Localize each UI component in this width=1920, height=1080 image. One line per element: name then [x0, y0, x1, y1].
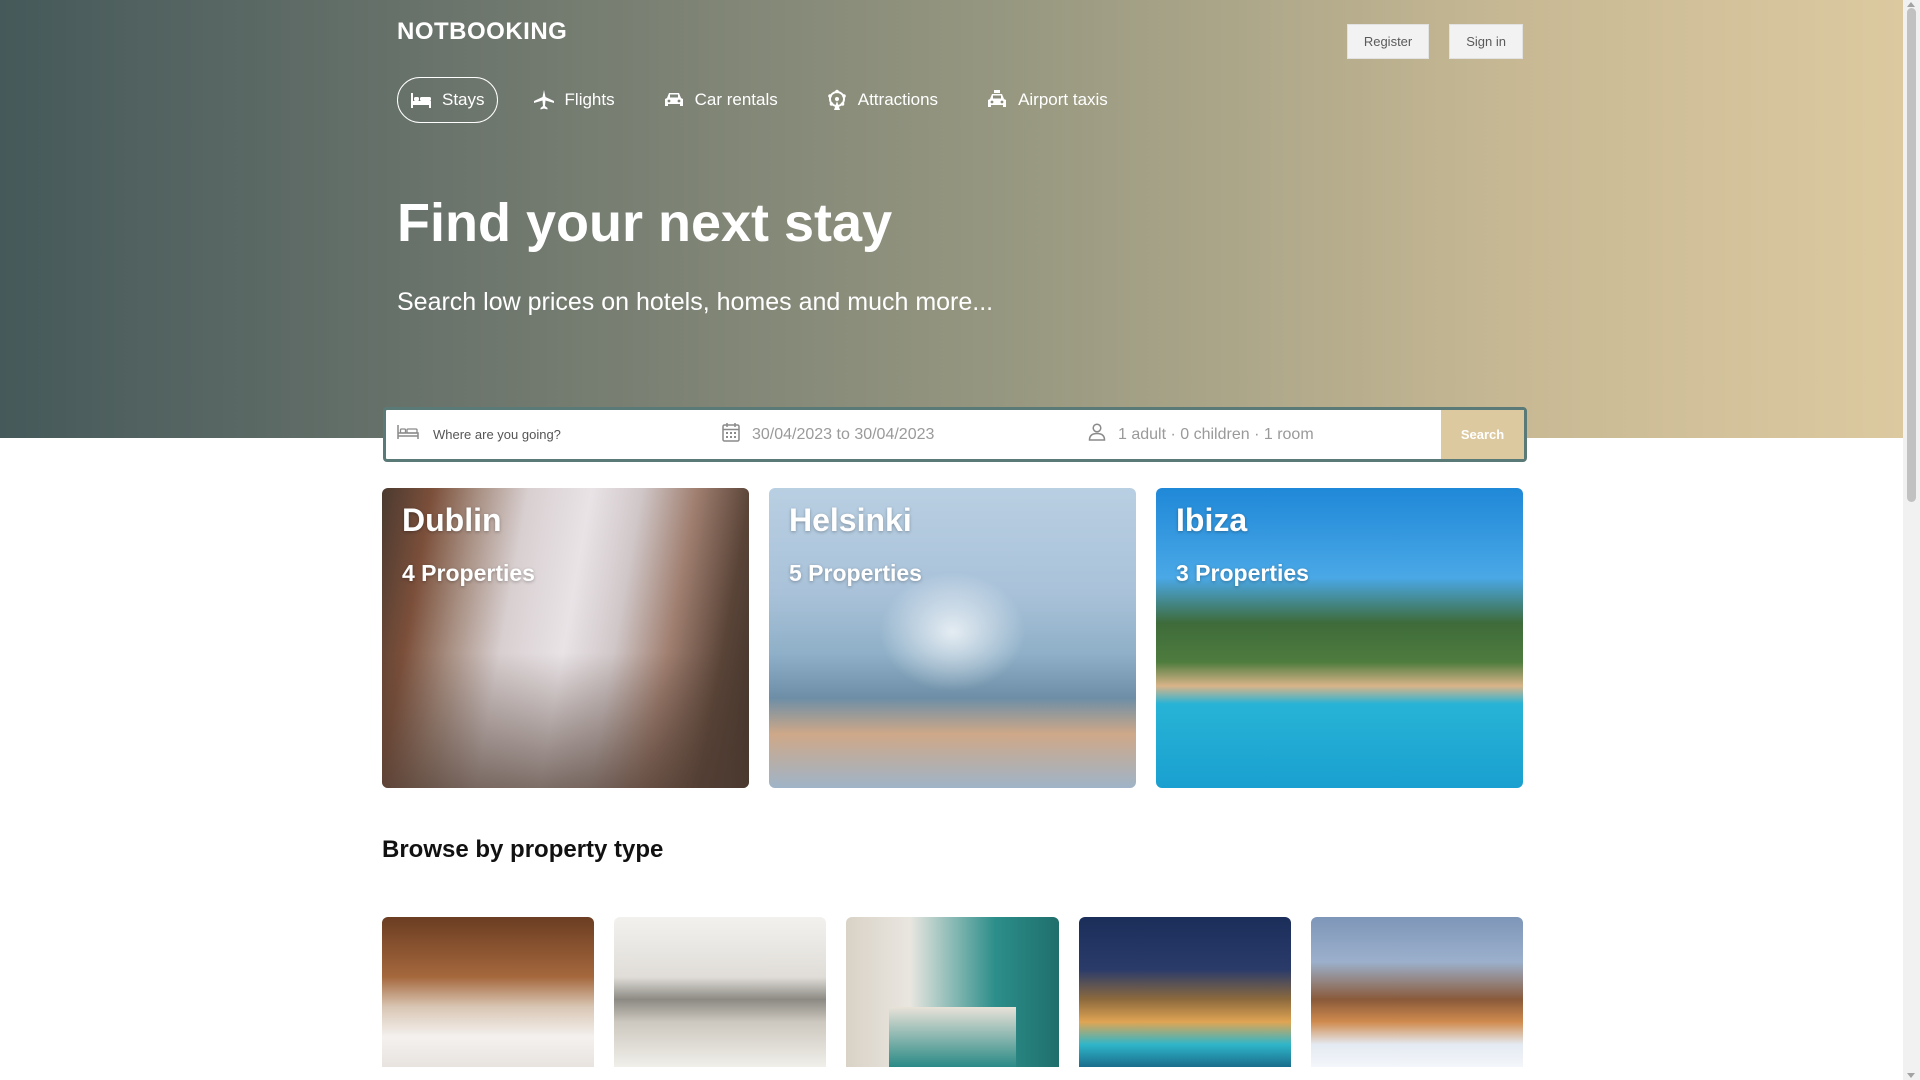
- register-button[interactable]: Register: [1346, 24, 1430, 59]
- car-icon: [663, 89, 685, 111]
- property-type-card-hotel[interactable]: [382, 917, 595, 1067]
- bed-icon: [410, 89, 432, 111]
- scroll-down-arrow-icon[interactable]: [1907, 1073, 1915, 1078]
- destination-input[interactable]: [431, 426, 691, 443]
- nav-item-airport-taxis[interactable]: Airport taxis: [973, 77, 1121, 123]
- date-range-value: 30/04/2023 to 30/04/2023: [752, 425, 935, 443]
- scroll-up-arrow-icon[interactable]: [1907, 2, 1915, 7]
- logo[interactable]: NOTBOOKING: [397, 18, 567, 46]
- nav-item-label: Airport taxis: [1018, 90, 1108, 109]
- main-nav: Stays Flights Car rentals Attractions Ai…: [397, 77, 1121, 123]
- property-type-card-cabin[interactable]: [1310, 917, 1524, 1067]
- nav-item-attractions[interactable]: Attractions: [813, 77, 951, 123]
- property-type-card-villa[interactable]: [1078, 917, 1291, 1067]
- search-bar: 30/04/2023 to 30/04/2023 1 adult · 0 chi…: [383, 407, 1527, 462]
- nav-item-label: Car rentals: [694, 90, 778, 109]
- hero-title: Find your next stay: [397, 193, 893, 253]
- nav-item-label: Attractions: [857, 90, 939, 109]
- city-card-dublin[interactable]: Dublin 4 Properties: [382, 488, 749, 788]
- property-type-list: [382, 917, 1524, 1067]
- nav-item-flights[interactable]: Flights: [520, 77, 628, 123]
- nav-item-label: Flights: [564, 90, 615, 109]
- person-icon: [1088, 423, 1106, 446]
- bed-icon: [397, 424, 419, 445]
- city-property-count: 3 Properties: [1176, 560, 1309, 586]
- date-field[interactable]: 30/04/2023 to 30/04/2023: [722, 410, 1088, 459]
- nav-item-stays[interactable]: Stays: [397, 77, 498, 123]
- city-property-count: 4 Properties: [402, 560, 535, 586]
- hero-banner: [0, 0, 1903, 438]
- city-card-ibiza[interactable]: Ibiza 3 Properties: [1156, 488, 1523, 788]
- property-type-card-apartment[interactable]: [614, 917, 827, 1067]
- scrollbar-thumb[interactable]: [1907, 8, 1916, 502]
- featured-cities: Dublin 4 Properties Helsinki 5 Propertie…: [382, 488, 1523, 788]
- page-scrollbar[interactable]: [1903, 0, 1920, 1080]
- property-type-heading: Browse by property type: [382, 836, 664, 863]
- nav-item-label: Stays: [442, 90, 485, 109]
- calendar-icon: [722, 422, 740, 447]
- city-property-count: 5 Properties: [789, 560, 922, 586]
- page: NOTBOOKING Register Sign in Stays Flight…: [0, 0, 1920, 1080]
- hero-subtitle: Search low prices on hotels, homes and m…: [397, 288, 994, 316]
- guests-value: 1 adult · 0 children · 1 room: [1118, 425, 1314, 443]
- auth-buttons: Register Sign in: [1346, 24, 1523, 59]
- sign-in-button[interactable]: Sign in: [1449, 24, 1523, 59]
- destination-field[interactable]: [386, 410, 722, 459]
- city-card-helsinki[interactable]: Helsinki 5 Properties: [769, 488, 1136, 788]
- city-name: Helsinki: [789, 502, 912, 538]
- nav-item-car-rentals[interactable]: Car rentals: [650, 77, 791, 123]
- search-button[interactable]: Search: [1441, 410, 1524, 459]
- property-type-card-resort[interactable]: [846, 917, 1059, 1067]
- city-name: Dublin: [402, 502, 502, 538]
- taxi-icon: [986, 89, 1008, 111]
- ferris-wheel-icon: [826, 89, 848, 111]
- plane-icon: [533, 89, 555, 111]
- guests-field[interactable]: 1 adult · 0 children · 1 room: [1088, 410, 1441, 459]
- city-name: Ibiza: [1176, 502, 1248, 538]
